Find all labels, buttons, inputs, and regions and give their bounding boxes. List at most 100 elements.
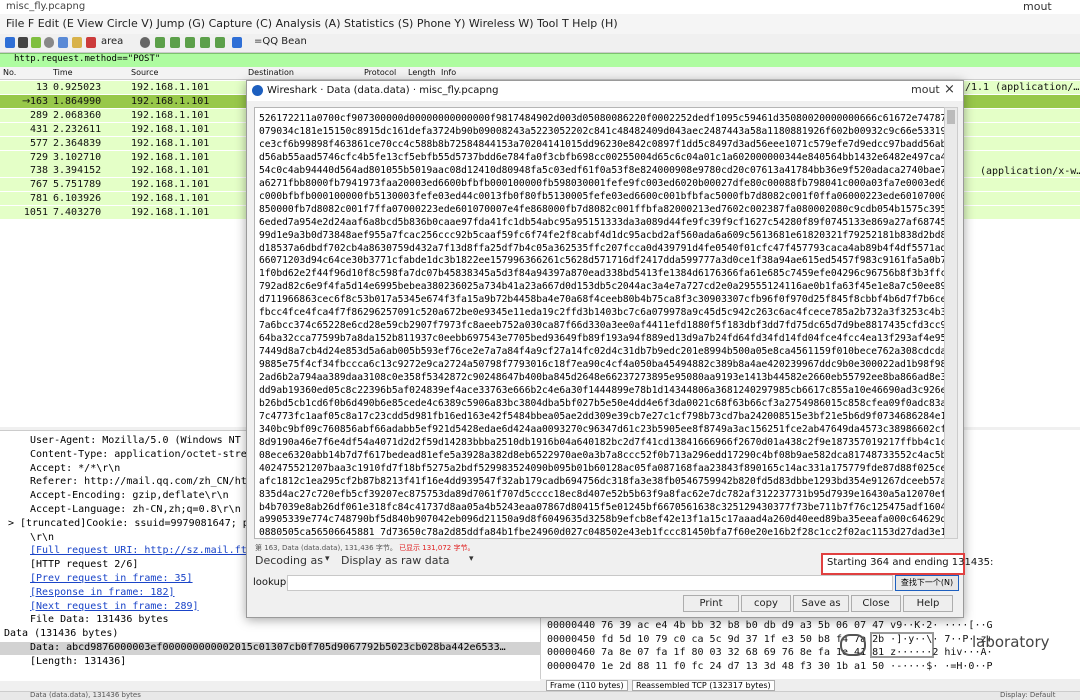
col-info[interactable]: Info: [441, 68, 456, 77]
hex-line: b26bd5cb1cd6f0b6d490b6e85cede4c6389c5906…: [259, 397, 945, 409]
go-to-packet-icon[interactable]: [185, 37, 195, 48]
help-button[interactable]: Help: [903, 595, 953, 612]
col-protocol[interactable]: Protocol: [364, 68, 396, 77]
arrow-right-icon: →: [22, 95, 31, 107]
menu-items[interactable]: File F Edit (E View Circle V) Jump (G) C…: [6, 17, 618, 30]
col-length[interactable]: Length: [408, 68, 436, 77]
hex-line: fbcc4fce4fca4f7f86296257091c520a672be0e9…: [259, 307, 945, 319]
display-filter-bar[interactable]: http.request.method=="POST": [0, 53, 1080, 68]
hex-line: ce3cf6b99898f463861ce70cc4c588b8b7258484…: [259, 138, 945, 150]
search-icon[interactable]: [140, 37, 150, 48]
hex-scrollbar[interactable]: [944, 107, 958, 539]
close-button[interactable]: Close: [851, 595, 901, 612]
packet-time: 3.394152: [53, 165, 102, 177]
area-label: area: [101, 36, 124, 47]
expand-toggle-icon[interactable]: >: [8, 518, 14, 529]
packet-source: 192.168.1.101: [131, 179, 210, 191]
packet-no: 1051: [23, 207, 48, 219]
last-packet-icon[interactable]: [215, 37, 225, 48]
hex-line: 079034c181e15150c8915dc161defa3724b90b09…: [259, 125, 945, 137]
hex-line: 7449d8a7cb4d24e853d5a6ab005b593ef76ce2e7…: [259, 346, 945, 358]
find-next-button[interactable]: 查找下一个(N): [895, 575, 959, 591]
tab-reassembled-tcp[interactable]: Reassembled TCP (132317 bytes): [632, 680, 775, 691]
byte-range-box[interactable]: Starting 364 and ending 131435:: [821, 553, 993, 575]
hex-text-view[interactable]: 526172211a0700cf907300000d00000000000000…: [254, 107, 945, 539]
detail-line[interactable]: [Length: 131436]: [0, 656, 540, 669]
main-toolbar: area =QQ Bean: [0, 34, 1080, 53]
col-time[interactable]: Time: [53, 68, 73, 77]
status-left: Data (data.data), 131436 bytes: [30, 691, 141, 699]
detail-text: User-Agent: Mozilla/5.0 (Windows NT 6.1: [30, 435, 265, 446]
packet-source: 192.168.1.101: [131, 95, 210, 107]
bytes-tabs: Frame (110 bytes) Reassembled TCP (13231…: [540, 679, 1080, 691]
save-as-button[interactable]: Save as: [793, 595, 849, 612]
dialog-title: Wireshark · Data (data.data) · misc_fly.…: [267, 85, 499, 96]
hex-line: 99d1e9a3b0d73848aef955a7fcac256ccc92b5ca…: [259, 229, 945, 241]
hex-line: afc1812c1ea295cf2b87b8213f41f16e4dd93954…: [259, 475, 945, 487]
scrollbar-thumb[interactable]: [947, 110, 955, 124]
dialog-mout-label[interactable]: mout: [911, 83, 940, 96]
go-forward-icon[interactable]: [170, 37, 180, 48]
col-source[interactable]: Source: [131, 68, 158, 77]
tab-frame[interactable]: Frame (110 bytes): [546, 680, 628, 691]
dialog-title-bar: Wireshark · Data (data.data) · misc_fly.…: [247, 81, 963, 101]
packet-time: 0.925023: [53, 82, 102, 93]
restart-capture-icon[interactable]: [31, 37, 41, 48]
info-shown-bytes: 已显示 131,072 字节。: [399, 544, 475, 552]
qq-bean-label: =QQ Bean: [254, 36, 307, 47]
hex-line: 850000fb7d8082c001f7ffa07000223ede601070…: [259, 203, 945, 215]
col-destination[interactable]: Destination: [248, 68, 294, 77]
copy-button[interactable]: copy: [741, 595, 791, 612]
print-button[interactable]: Print: [683, 595, 739, 612]
hex-line: d711966863cec6f8c53b017a5345e674f3fa15a9…: [259, 294, 945, 306]
detail-text[interactable]: [Response in frame: 182]: [30, 587, 175, 598]
hex-line: 792ad82c6e9f4fa5d14e6995bebea380236025a7…: [259, 281, 945, 293]
first-packet-icon[interactable]: [200, 37, 210, 48]
packet-time: 6.103926: [53, 193, 102, 205]
hex-line: a6271fbb8000fb7941973faa20003ed6600bfbfb…: [259, 177, 945, 189]
find-input[interactable]: [287, 575, 893, 591]
detail-text: [truncated]Cookie: ssuid=9979081647; p: [20, 517, 249, 529]
hex-line: 9885e75f4cf34fbccca6c13c9272e9ca2724a507…: [259, 359, 945, 371]
detail-line[interactable]: Data: abcd9876000003ef000000000002015c01…: [0, 642, 540, 655]
detail-text[interactable]: [Full request URI: http://sz.mail.ftn.q: [30, 545, 265, 556]
byte-range-text: Starting 364 and ending 131435:: [827, 557, 994, 568]
decode-as-select[interactable]: Decoding as ▾: [255, 554, 335, 570]
packet-no: 781: [29, 193, 48, 205]
detail-text[interactable]: [Prev request in frame: 35]: [30, 573, 193, 584]
packet-source: 192.168.1.101: [131, 137, 210, 149]
packet-source: 192.168.1.101: [131, 123, 210, 135]
packet-source: 192.168.1.101: [131, 193, 210, 205]
close-file-icon[interactable]: [86, 37, 96, 48]
show-as-select[interactable]: Display as raw data ▾: [341, 554, 481, 570]
hex-dump-line[interactable]: 00000470 1e 2d 88 11 f0 fc 24 d7 13 3d 4…: [547, 661, 993, 672]
stop-capture-icon[interactable]: [18, 37, 28, 48]
colorize-icon[interactable]: [232, 37, 242, 48]
window-mout-label[interactable]: mout: [1023, 0, 1052, 13]
hex-line: 08ece6320abb14b7d7f617bedead81efe5a3928a…: [259, 449, 945, 461]
detail-text: Referer: http://mail.qq.com/zh_CN/htmle: [30, 476, 265, 488]
hex-line: 0880505ca56506645881 7d73650c78a2d85ddfa…: [259, 527, 945, 539]
save-file-icon[interactable]: [72, 37, 82, 48]
packet-list-header: No. Time Source Destination Protocol Len…: [0, 67, 1080, 80]
show-as-label: Display as raw data: [341, 554, 450, 567]
start-capture-icon[interactable]: [5, 37, 15, 48]
window-title-bar: misc_fly.pcapng mout: [0, 0, 1080, 15]
detail-line[interactable]: v Data (131436 bytes): [0, 628, 540, 641]
hex-dump-line[interactable]: 00000440 76 39 ac e4 4b bb 32 b8 b0 db d…: [547, 620, 993, 631]
status-right: Display: Default: [1000, 691, 1056, 699]
col-no[interactable]: No.: [3, 68, 16, 77]
detail-text: File Data: 131436 bytes: [30, 614, 169, 626]
packet-source: 192.168.1.101: [131, 82, 210, 93]
open-file-icon[interactable]: [58, 37, 68, 48]
packet-no: 289: [29, 109, 48, 121]
packet-time: 7.403270: [53, 207, 102, 219]
detail-text: Accept-Language: zh-CN,zh;q=0.8\r\n: [30, 504, 241, 515]
detail-text[interactable]: [Next request in frame: 289]: [30, 601, 199, 612]
close-icon[interactable]: ×: [944, 82, 955, 97]
go-back-icon[interactable]: [155, 37, 165, 48]
options-icon[interactable]: [44, 37, 54, 48]
hex-line: c000bfbfb000100000fb5130003fefe03ed44c00…: [259, 190, 945, 202]
filter-text[interactable]: http.request.method=="POST": [14, 54, 160, 64]
packet-no: 729: [29, 151, 48, 163]
